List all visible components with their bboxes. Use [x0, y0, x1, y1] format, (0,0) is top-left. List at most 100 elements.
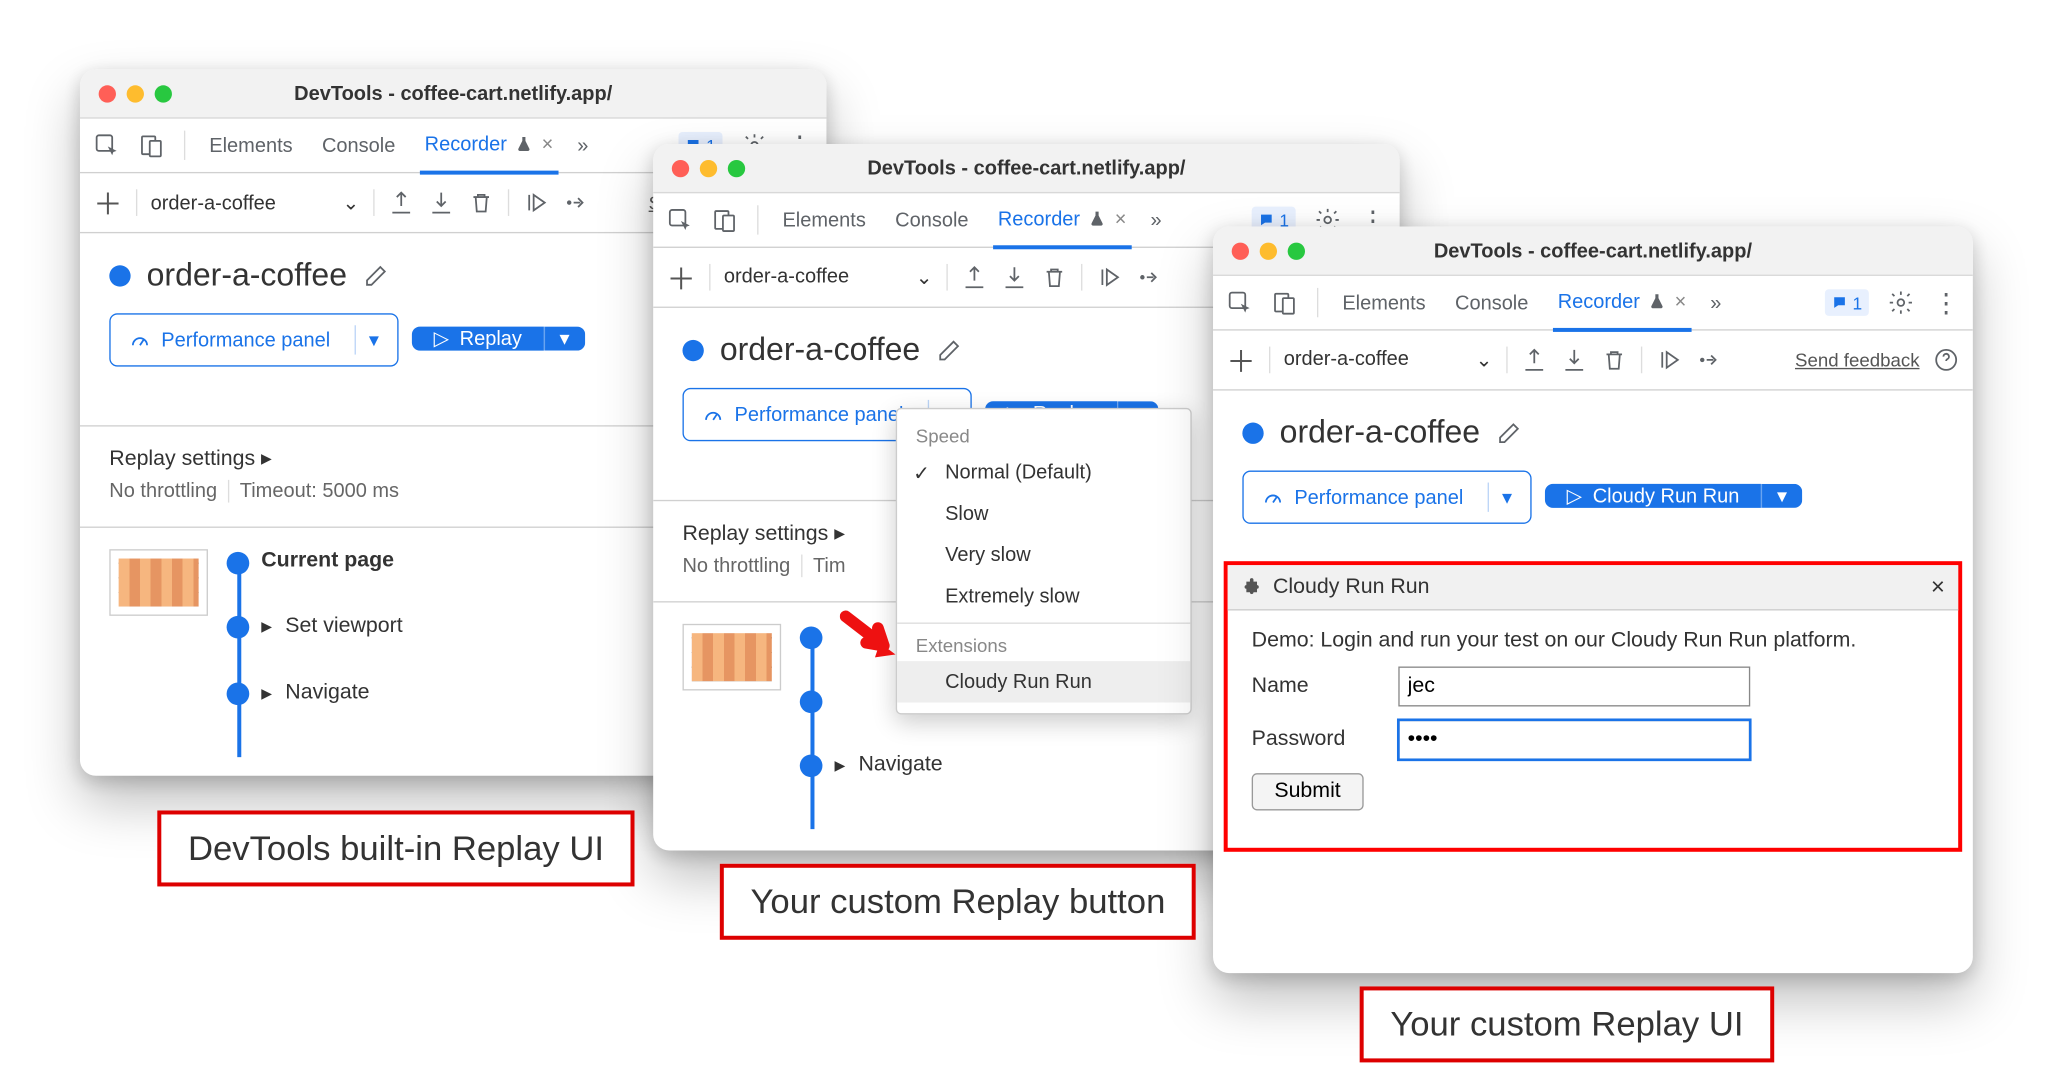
close-icon[interactable]	[672, 159, 689, 176]
device-icon[interactable]	[1272, 289, 1299, 316]
tab-recorder-label: Recorder	[425, 133, 507, 156]
menu-item-extreme[interactable]: Extremely slow	[897, 576, 1190, 617]
import-icon[interactable]	[427, 189, 454, 216]
replay-settings-header[interactable]: Replay settings	[682, 523, 828, 546]
tab-elements[interactable]: Elements	[204, 119, 298, 172]
continue-icon[interactable]	[1095, 264, 1122, 291]
settings-icon[interactable]	[1888, 289, 1915, 316]
zoom-icon[interactable]	[155, 85, 172, 102]
inspect-icon[interactable]	[93, 132, 120, 159]
performance-panel-button[interactable]: Performance panel▾	[1242, 471, 1532, 524]
help-icon[interactable]	[1933, 347, 1960, 374]
tab-console[interactable]: Console	[890, 193, 974, 246]
edit-title-icon[interactable]	[1496, 420, 1523, 447]
new-recording-icon[interactable]: ＋	[93, 181, 122, 224]
minimize-icon[interactable]	[700, 159, 717, 176]
tab-elements[interactable]: Elements	[1337, 276, 1431, 329]
step-navigate[interactable]: ▸ Navigate	[261, 680, 402, 707]
chevron-down-icon[interactable]: ▾	[354, 325, 379, 354]
step-icon[interactable]	[1135, 264, 1162, 291]
export-icon[interactable]	[960, 264, 987, 291]
device-icon[interactable]	[139, 132, 166, 159]
menu-item-veryslow[interactable]: Very slow	[897, 535, 1190, 576]
replay-dropdown[interactable]: ▾	[1761, 484, 1802, 508]
chevron-down-icon[interactable]: ▾	[1487, 483, 1512, 512]
replay-settings-header[interactable]: Replay settings	[109, 448, 255, 471]
device-icon[interactable]	[712, 207, 739, 234]
delete-icon[interactable]	[467, 189, 494, 216]
new-recording-icon[interactable]: ＋	[1226, 339, 1255, 382]
import-icon[interactable]	[1000, 264, 1027, 291]
play-icon: ▷	[434, 327, 449, 351]
step-icon[interactable]	[562, 189, 589, 216]
name-input[interactable]	[1398, 667, 1750, 707]
extension-description: Demo: Login and run your test on our Clo…	[1252, 629, 1934, 653]
password-label: Password	[1252, 728, 1372, 752]
gauge-icon	[129, 329, 150, 350]
inspect-icon[interactable]	[1226, 289, 1253, 316]
devtools-window-3: DevTools - coffee-cart.netlify.app/ Elem…	[1213, 227, 1973, 973]
performance-panel-button[interactable]: Performance panel ▾	[109, 313, 399, 366]
record-dot-icon	[109, 265, 130, 286]
kebab-icon[interactable]: ⋮	[1933, 286, 1960, 319]
replay-button[interactable]: ▷Replay ▾	[412, 313, 584, 364]
close-icon[interactable]	[99, 85, 116, 102]
close-tab-icon[interactable]: ×	[1115, 207, 1127, 230]
step-set-viewport[interactable]: ▸ Set viewport	[261, 613, 402, 640]
more-tabs-icon[interactable]: »	[1150, 209, 1161, 232]
issues-badge[interactable]: 1	[1825, 289, 1869, 316]
window-title: DevTools - coffee-cart.netlify.app/	[80, 82, 826, 105]
delete-icon[interactable]	[1600, 347, 1627, 374]
gauge-icon	[1262, 487, 1283, 508]
send-feedback-link[interactable]: Send feedback	[1795, 349, 1920, 370]
throttling-value: No throttling	[109, 480, 217, 503]
continue-icon[interactable]	[1655, 347, 1682, 374]
replay-speed-menu: Speed Normal (Default) Slow Very slow Ex…	[896, 408, 1192, 715]
minimize-icon[interactable]	[127, 85, 144, 102]
tab-recorder[interactable]: Recorder ×	[1552, 275, 1691, 332]
close-tab-icon[interactable]: ×	[1675, 290, 1687, 313]
replay-dropdown[interactable]: ▾	[543, 327, 584, 351]
password-input[interactable]	[1398, 720, 1750, 760]
close-icon[interactable]	[1232, 242, 1249, 259]
custom-replay-button[interactable]: ▷Cloudy Run Run▾	[1545, 471, 1802, 522]
recording-select[interactable]: order-a-coffee⌄	[724, 265, 933, 289]
tab-elements[interactable]: Elements	[777, 193, 871, 246]
more-tabs-icon[interactable]: »	[1710, 291, 1721, 314]
submit-button[interactable]: Submit	[1252, 773, 1364, 810]
edit-title-icon[interactable]	[363, 263, 390, 290]
zoom-icon[interactable]	[1288, 242, 1305, 259]
tab-console[interactable]: Console	[317, 119, 401, 172]
tab-recorder[interactable]: Recorder ×	[993, 192, 1132, 249]
minimize-icon[interactable]	[1260, 242, 1277, 259]
new-recording-icon[interactable]: ＋	[667, 256, 696, 299]
chevron-down-icon: ⌄	[916, 265, 933, 289]
close-tab-icon[interactable]: ×	[542, 133, 554, 156]
continue-icon[interactable]	[522, 189, 549, 216]
step-navigate[interactable]: ▸ Navigate	[834, 752, 942, 779]
inspect-icon[interactable]	[667, 207, 694, 234]
export-icon[interactable]	[387, 189, 414, 216]
recording-select[interactable]: order-a-coffee ⌄	[151, 191, 360, 215]
step-icon[interactable]	[1695, 347, 1722, 374]
close-panel-icon[interactable]: ×	[1931, 573, 1945, 601]
arrow-icon	[840, 611, 899, 670]
menu-item-cloudy[interactable]: Cloudy Run Run	[897, 661, 1190, 702]
more-tabs-icon[interactable]: »	[577, 134, 588, 157]
step-current-page[interactable]: Current page	[261, 549, 402, 573]
menu-item-normal[interactable]: Normal (Default)	[897, 452, 1190, 493]
record-dot-icon	[1242, 423, 1263, 444]
timeout-value: Timeout: 5000 ms	[240, 480, 399, 503]
menu-item-slow[interactable]: Slow	[897, 493, 1190, 534]
name-label: Name	[1252, 674, 1372, 698]
export-icon[interactable]	[1520, 347, 1547, 374]
menu-header-extensions: Extensions	[897, 629, 1190, 661]
delete-icon[interactable]	[1040, 264, 1067, 291]
zoom-icon[interactable]	[728, 159, 745, 176]
edit-title-icon[interactable]	[936, 337, 963, 364]
recording-select[interactable]: order-a-coffee⌄	[1284, 348, 1493, 372]
tab-recorder[interactable]: Recorder ×	[419, 117, 558, 174]
tab-console[interactable]: Console	[1450, 276, 1534, 329]
recording-title: order-a-coffee	[1280, 415, 1480, 452]
import-icon[interactable]	[1560, 347, 1587, 374]
